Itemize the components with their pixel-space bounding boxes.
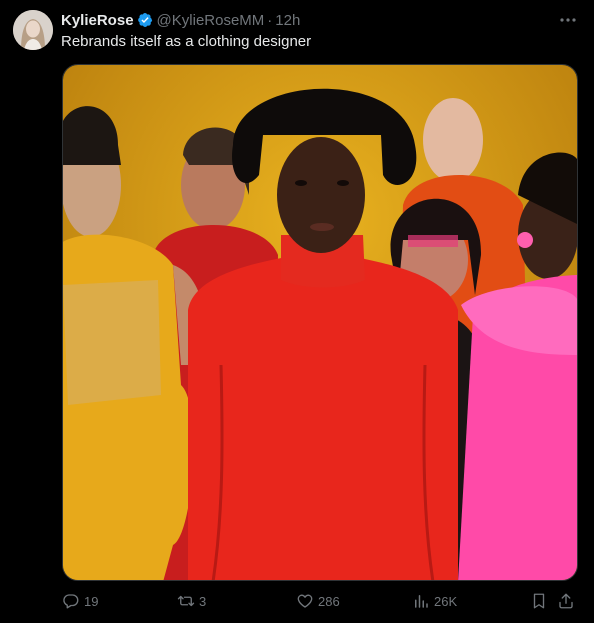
timestamp[interactable]: 12h xyxy=(275,12,300,29)
tweet-header: KylieRose @KylieRoseMM · 12h xyxy=(61,10,578,30)
view-count: 26K xyxy=(434,593,458,609)
tweet-text: Rebrands itself as a clothing designer xyxy=(61,33,312,50)
fashion-models-illustration xyxy=(63,65,577,580)
bookmark-button[interactable] xyxy=(530,592,552,610)
more-options-icon[interactable] xyxy=(558,12,578,28)
analytics-icon xyxy=(415,595,428,608)
repost-button[interactable]: 3 xyxy=(177,592,206,610)
verified-badge-icon[interactable] xyxy=(137,12,153,28)
bookmark-icon xyxy=(533,593,545,609)
like-button[interactable]: 286 xyxy=(296,592,340,610)
reply-button[interactable]: 19 xyxy=(62,592,98,610)
tweet-actions: 19 3 286 26K xyxy=(62,592,578,614)
repost-count: 3 xyxy=(199,593,207,609)
views-button[interactable]: 26K xyxy=(412,592,457,610)
display-name[interactable]: KylieRose xyxy=(61,12,134,29)
share-icon xyxy=(559,593,573,609)
avatar[interactable] xyxy=(13,10,53,50)
user-handle[interactable]: @KylieRoseMM xyxy=(157,12,265,29)
avatar-image xyxy=(13,10,53,50)
reply-count: 19 xyxy=(84,593,99,609)
repost-icon xyxy=(177,595,195,607)
tweet-media-image[interactable] xyxy=(62,64,578,581)
reply-icon xyxy=(63,594,79,609)
like-count: 286 xyxy=(318,593,340,609)
separator-dot: · xyxy=(267,11,273,29)
share-button[interactable] xyxy=(557,592,579,610)
heart-icon xyxy=(297,594,313,608)
